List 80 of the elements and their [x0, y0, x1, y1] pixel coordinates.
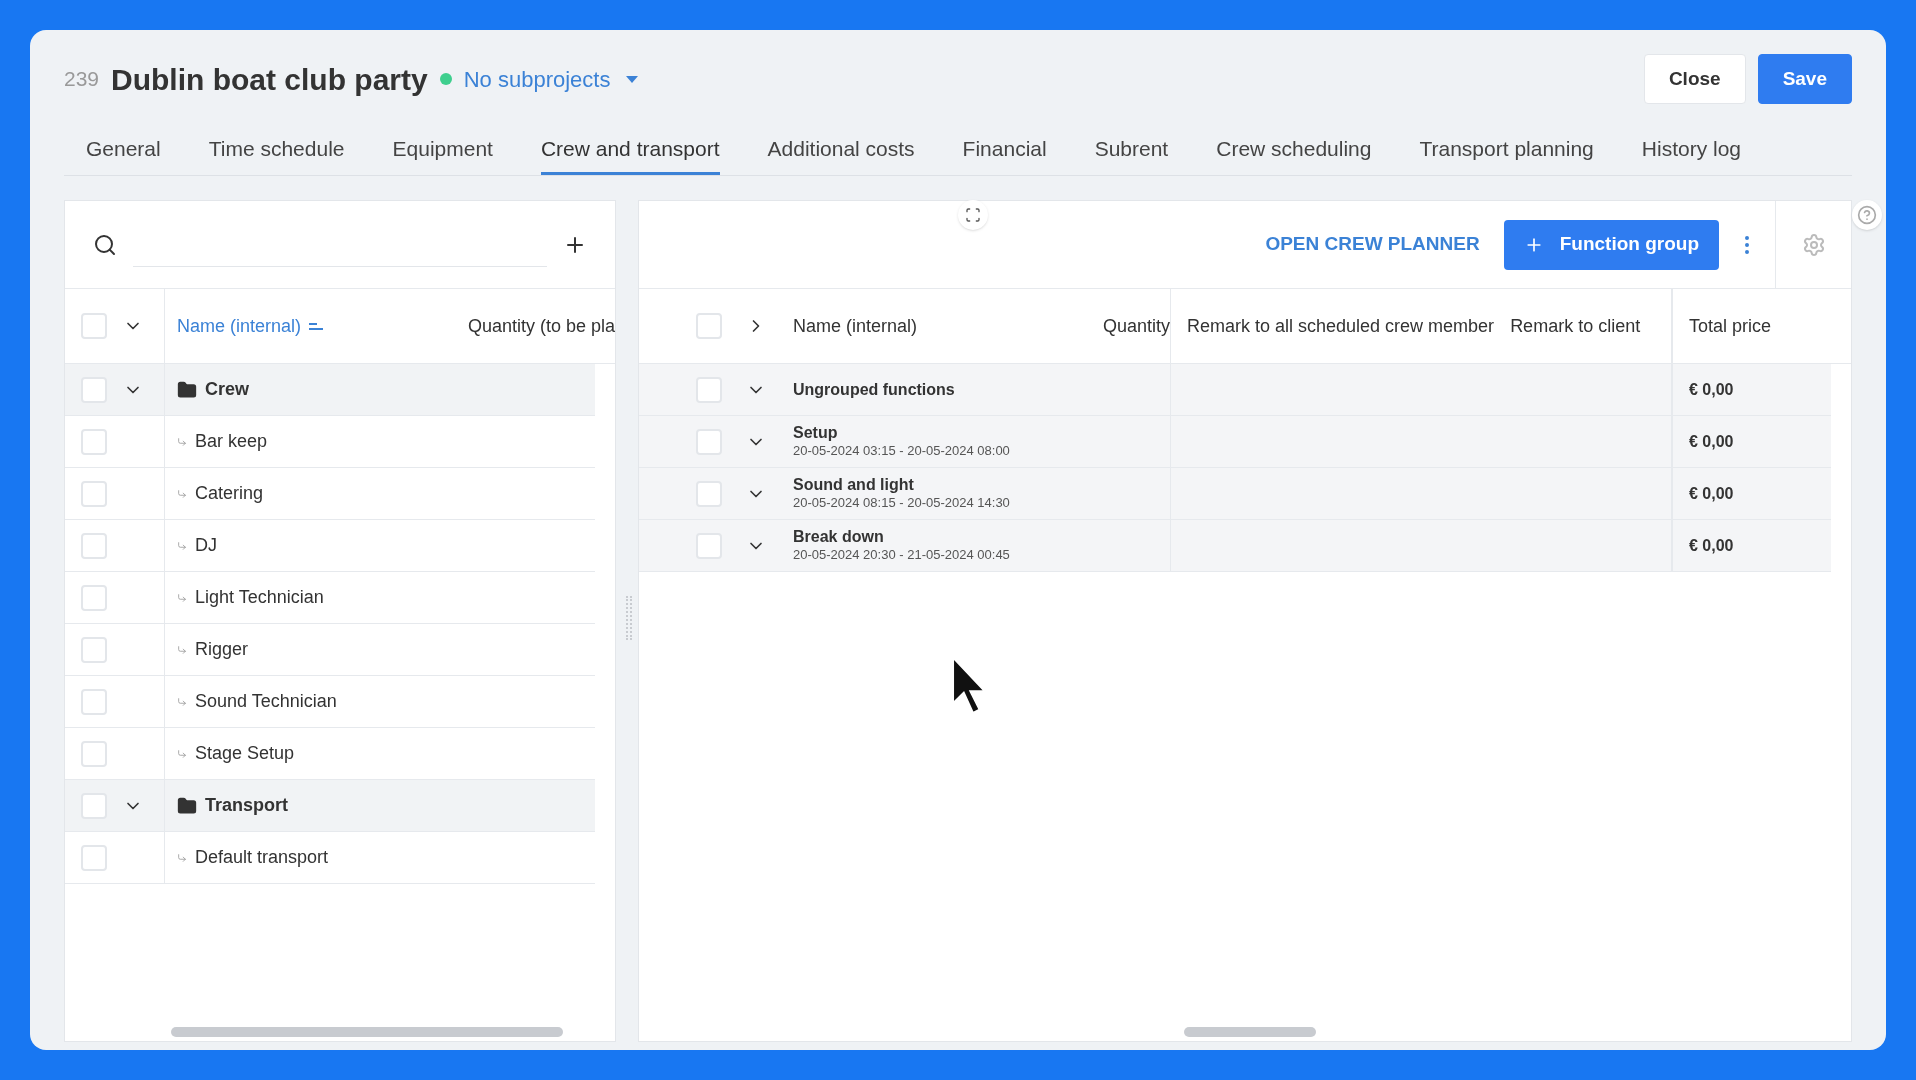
caret-icon — [626, 75, 639, 83]
settings-icon[interactable] — [1801, 232, 1826, 257]
tree-branch-icon — [177, 696, 187, 707]
tab[interactable]: Transport planning — [1419, 132, 1594, 175]
help-button[interactable] — [1852, 200, 1882, 230]
folder-icon — [177, 379, 197, 400]
function-name: Sound and light — [793, 475, 915, 496]
tree-branch-icon — [177, 644, 187, 655]
column-header[interactable]: Remark to client — [1510, 312, 1641, 340]
item-name: Catering — [195, 482, 264, 505]
total-price: € 0,00 — [1689, 379, 1734, 400]
tab[interactable]: General — [86, 132, 161, 175]
item-name: Rigger — [195, 638, 249, 661]
item-name: Sound Technician — [195, 690, 337, 713]
row-checkbox[interactable] — [81, 740, 107, 767]
search-icon — [93, 232, 117, 257]
tab[interactable]: Time schedule — [208, 132, 345, 175]
tree-branch-icon — [177, 488, 187, 499]
row-checkbox[interactable] — [81, 480, 107, 507]
group-name: Transport — [205, 794, 288, 817]
tree-branch-icon — [177, 540, 187, 551]
row-checkbox[interactable] — [696, 480, 722, 507]
row-checkbox[interactable] — [81, 636, 107, 663]
column-header[interactable]: Name (internal) — [793, 312, 918, 340]
folder-icon — [177, 795, 197, 816]
row-checkbox[interactable] — [696, 532, 722, 559]
row-checkbox[interactable] — [81, 428, 107, 455]
save-button[interactable]: Save — [1757, 54, 1852, 104]
horizontal-scrollbar[interactable] — [171, 1027, 563, 1037]
tab[interactable]: Equipment — [392, 132, 493, 175]
row-checkbox[interactable] — [81, 376, 107, 403]
row-checkbox[interactable] — [81, 313, 107, 339]
row-checkbox[interactable] — [696, 376, 722, 403]
total-price: € 0,00 — [1689, 535, 1734, 556]
resize-handle[interactable] — [626, 596, 632, 640]
row-checkbox[interactable] — [81, 792, 107, 819]
project-title: Dublin boat club party — [111, 61, 428, 98]
tree-branch-icon — [177, 592, 187, 603]
row-checkbox[interactable] — [81, 532, 107, 559]
time-period: 20-05-2024 08:15 - 20-05-2024 14:30 — [793, 495, 1011, 512]
row-checkbox[interactable] — [696, 313, 722, 339]
row-checkbox[interactable] — [81, 844, 107, 871]
item-name: Light Technician — [195, 586, 324, 609]
function-name: Break down — [793, 527, 885, 548]
tab[interactable]: Subrent — [1094, 132, 1169, 175]
tab[interactable]: Crew and transport — [540, 132, 720, 175]
item-name: Default transport — [195, 846, 329, 869]
tree-branch-icon — [177, 436, 187, 447]
column-header[interactable]: Remark to all scheduled crew member — [1187, 312, 1495, 340]
function-group-button[interactable]: Function group — [1503, 219, 1719, 270]
column-header[interactable]: Name (internal) — [177, 312, 302, 340]
function-name: Ungrouped functions — [793, 379, 956, 400]
column-header[interactable]: Total price — [1689, 312, 1772, 340]
row-checkbox[interactable] — [696, 428, 722, 455]
total-price: € 0,00 — [1689, 431, 1734, 452]
function-name: Setup — [793, 423, 839, 444]
time-period: 20-05-2024 20:30 - 21-05-2024 00:45 — [793, 547, 1011, 564]
project-number: 239 — [64, 66, 100, 93]
group-name: Crew — [205, 378, 249, 401]
row-checkbox[interactable] — [81, 584, 107, 611]
tree-branch-icon — [177, 748, 187, 759]
sort-icon — [309, 322, 324, 330]
item-name: Stage Setup — [195, 742, 295, 765]
tree-branch-icon — [177, 852, 187, 863]
total-price: € 0,00 — [1689, 483, 1734, 504]
horizontal-scrollbar[interactable] — [1184, 1027, 1316, 1037]
open-crew-planner-link[interactable]: OPEN CREW PLANNER — [1265, 230, 1480, 259]
item-name: DJ — [195, 534, 217, 557]
column-header[interactable]: Quantity — [1102, 312, 1170, 340]
tab[interactable]: History log — [1641, 132, 1741, 175]
tab[interactable]: Additional costs — [767, 132, 915, 175]
help-icon — [1857, 205, 1877, 225]
tab[interactable]: Financial — [962, 132, 1047, 175]
expand-icon — [965, 207, 981, 223]
row-checkbox[interactable] — [81, 688, 107, 715]
item-name: Bar keep — [195, 430, 268, 453]
tab[interactable]: Crew scheduling — [1216, 132, 1372, 175]
time-period: 20-05-2024 03:15 - 20-05-2024 08:00 — [793, 443, 1011, 460]
column-header[interactable]: Quantity (to be pla — [467, 312, 615, 340]
close-button[interactable]: Close — [1643, 54, 1746, 104]
